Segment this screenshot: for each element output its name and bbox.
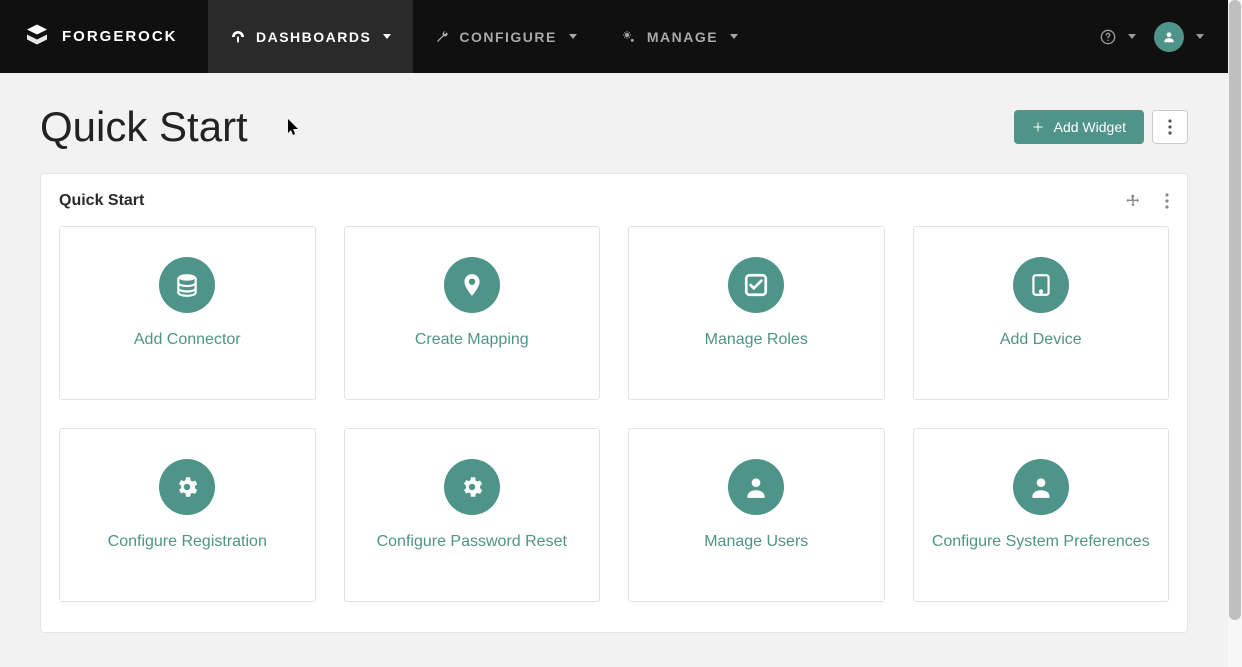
chevron-down-icon [383,34,391,39]
card-grid: Add Connector Create Mapping Manage Role… [59,226,1169,602]
cursor-icon [288,119,300,135]
card-manage-users[interactable]: Manage Users [628,428,885,602]
nav-manage[interactable]: MANAGE [599,0,760,73]
card-configure-registration[interactable]: Configure Registration [59,428,316,602]
brand[interactable]: FORGEROCK [0,0,208,73]
panel-quick-start: Quick Start Add Connector [40,173,1188,633]
nav-configure[interactable]: CONFIGURE [413,0,599,73]
card-create-mapping[interactable]: Create Mapping [344,226,601,400]
more-vertical-icon [1168,119,1172,135]
tablet-icon [1013,257,1069,313]
nav-dashboards[interactable]: DASHBOARDS [208,0,413,73]
database-icon [159,257,215,313]
gear-icon [444,459,500,515]
scrollbar-thumb[interactable] [1229,0,1241,620]
page-body: Quick Start Add Widget Quick Start [0,73,1228,663]
add-widget-label: Add Widget [1054,119,1126,135]
navbar: FORGEROCK DASHBOARDS CONFIGURE MANAGE [0,0,1228,73]
nav-configure-label: CONFIGURE [459,29,557,45]
scrollbar-track [1228,0,1242,667]
card-configure-password-reset[interactable]: Configure Password Reset [344,428,601,602]
card-add-device[interactable]: Add Device [913,226,1170,400]
card-label: Add Device [1000,331,1082,349]
brand-text: FORGEROCK [62,28,178,45]
page-header: Quick Start Add Widget [40,103,1188,151]
help-menu[interactable] [1100,29,1136,45]
help-icon [1100,29,1116,45]
nav-manage-label: MANAGE [647,29,718,45]
card-configure-system-preferences[interactable]: Configure System Preferences [913,428,1170,602]
chevron-down-icon [1196,34,1204,39]
card-label: Manage Roles [705,331,808,349]
chevron-down-icon [1128,34,1136,39]
card-manage-roles[interactable]: Manage Roles [628,226,885,400]
panel-title: Quick Start [59,192,144,210]
header-actions: Add Widget [1014,110,1188,144]
card-add-connector[interactable]: Add Connector [59,226,316,400]
card-label: Manage Users [704,533,808,551]
gears-icon [621,29,637,45]
user-menu[interactable] [1154,22,1204,52]
nav-dashboards-label: DASHBOARDS [256,29,371,45]
check-square-icon [728,257,784,313]
page-more-button[interactable] [1152,110,1188,144]
move-icon[interactable] [1125,193,1141,209]
add-widget-button[interactable]: Add Widget [1014,110,1144,144]
card-label: Create Mapping [415,331,529,349]
pin-icon [444,257,500,313]
gear-icon [159,459,215,515]
nav-right [1100,0,1228,73]
card-label: Configure System Preferences [932,533,1150,551]
forgerock-logo-icon [22,22,52,52]
more-vertical-icon[interactable] [1165,193,1169,209]
user-icon [728,459,784,515]
dashboard-icon [230,29,246,45]
card-label: Configure Registration [108,533,267,551]
avatar [1154,22,1184,52]
chevron-down-icon [569,34,577,39]
chevron-down-icon [730,34,738,39]
page-title: Quick Start [40,103,248,151]
user-icon [1013,459,1069,515]
card-label: Configure Password Reset [377,533,567,551]
plus-icon [1032,121,1044,133]
card-label: Add Connector [134,331,241,349]
panel-header: Quick Start [59,192,1169,210]
wrench-icon [435,30,449,44]
